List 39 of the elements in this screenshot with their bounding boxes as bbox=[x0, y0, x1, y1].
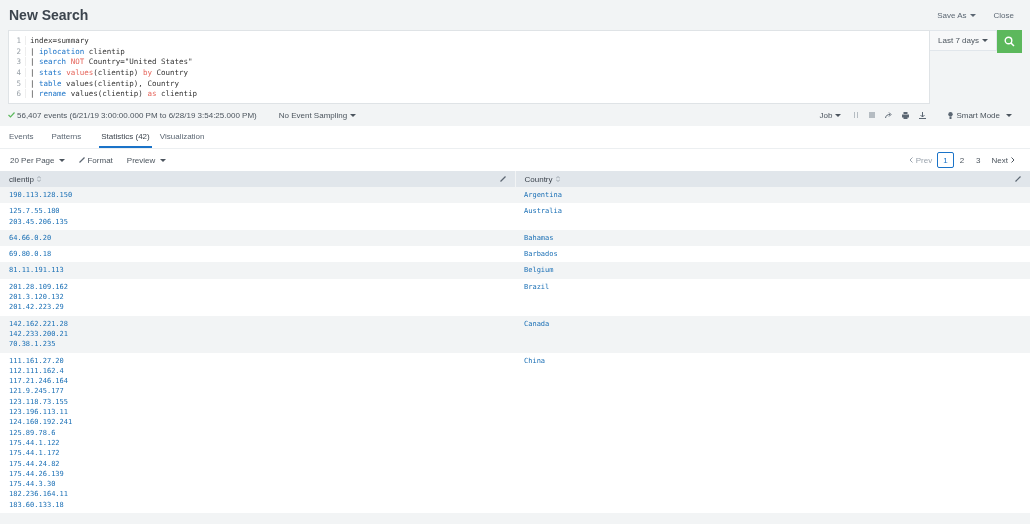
caret-icon bbox=[835, 113, 842, 117]
column-header[interactable]: clientip bbox=[9, 174, 34, 184]
pencil-icon[interactable] bbox=[1015, 176, 1021, 182]
page-number[interactable]: 2 bbox=[953, 152, 971, 168]
job-menu[interactable]: Job bbox=[819, 110, 842, 120]
chevron-icon bbox=[1011, 157, 1015, 163]
search-icon bbox=[1004, 36, 1015, 47]
page-title: New Search bbox=[9, 7, 89, 23]
column-header[interactable]: Country bbox=[524, 174, 553, 184]
per-page-dropdown[interactable]: 20 Per Page bbox=[10, 155, 66, 165]
time-range-picker[interactable]: Last 7 days bbox=[930, 30, 997, 51]
header-action[interactable]: Close bbox=[993, 10, 1014, 20]
results-tab[interactable]: Visualization bbox=[159, 126, 215, 148]
pencil-icon bbox=[79, 157, 86, 163]
search-button[interactable] bbox=[997, 30, 1022, 53]
chevron-icon bbox=[908, 157, 913, 163]
results-tab[interactable]: Events bbox=[9, 126, 44, 148]
header-action[interactable]: Save As bbox=[937, 10, 976, 20]
pencil-icon[interactable] bbox=[499, 176, 506, 182]
print-icon[interactable] bbox=[902, 111, 910, 119]
preview-dropdown[interactable]: Preview bbox=[126, 155, 167, 165]
caret-icon bbox=[350, 113, 357, 117]
search-mode-dropdown[interactable]: Smart Mode bbox=[948, 110, 1012, 120]
format-button[interactable]: Format bbox=[79, 155, 113, 165]
share-icon[interactable] bbox=[885, 111, 893, 118]
download-icon[interactable] bbox=[919, 111, 927, 119]
results-tab[interactable]: Statistics (42) bbox=[99, 126, 152, 148]
sampling-dropdown[interactable]: No Event Sampling bbox=[278, 110, 357, 120]
results-tab[interactable]: Patterns bbox=[51, 126, 92, 148]
page-number[interactable]: 1 bbox=[937, 152, 954, 168]
caret-icon bbox=[59, 158, 66, 162]
page-number[interactable]: 3 bbox=[970, 152, 987, 168]
check-icon bbox=[8, 112, 15, 118]
lightbulb-icon bbox=[948, 111, 954, 119]
next-page-button[interactable]: Next bbox=[986, 152, 1020, 168]
caret-icon bbox=[160, 158, 167, 162]
event-count-summary: 56,407 events (6/21/19 3:00:00.000 PM to 6/28/19 3:54:25.000 PM) bbox=[17, 110, 257, 120]
caret-icon bbox=[1006, 113, 1012, 117]
caret-icon bbox=[982, 39, 988, 42]
